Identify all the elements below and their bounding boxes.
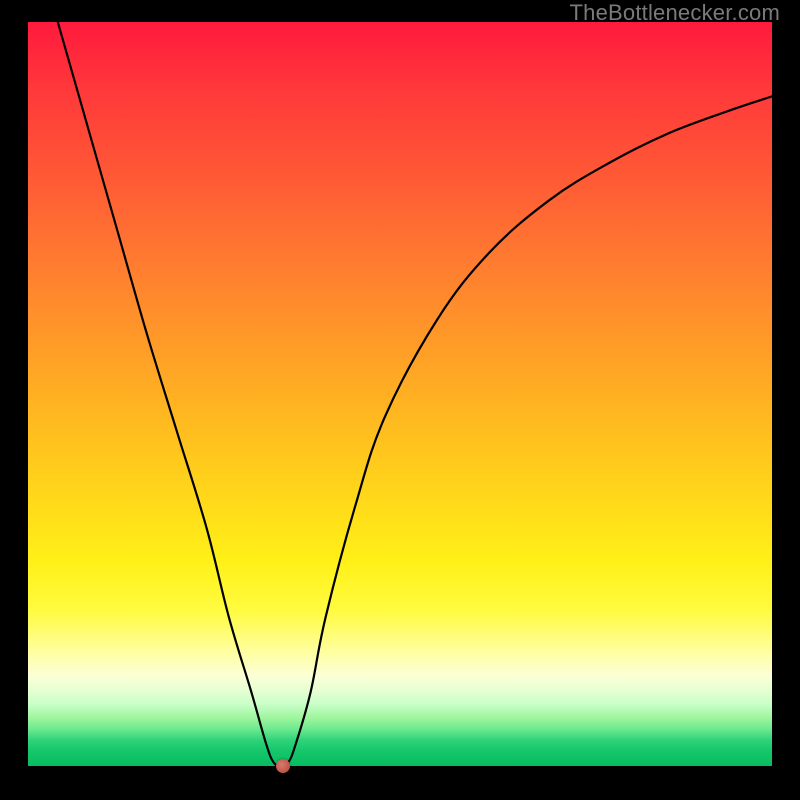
- plot-area: [28, 22, 772, 766]
- plot-frame: [28, 22, 772, 766]
- bottleneck-curve: [28, 22, 772, 766]
- watermark-text: TheBottlenecker.com: [570, 0, 780, 26]
- minimum-marker-dot: [276, 759, 290, 773]
